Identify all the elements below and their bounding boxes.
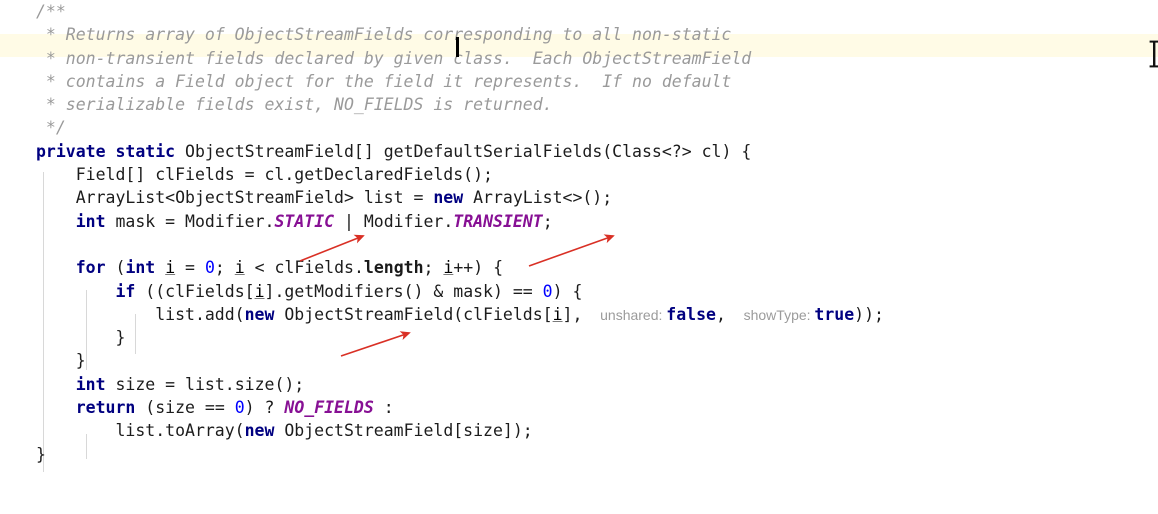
code-token-plain: Field[] clFields = cl.getDeclaredFields(… (36, 165, 493, 185)
code-token-plain: ], (562, 304, 593, 324)
code-line[interactable]: Field[] clFields = cl.getDeclaredFields(… (0, 163, 1158, 186)
code-token-plain: , (715, 304, 736, 324)
code-token-localvar: i (552, 304, 563, 324)
code-token-plain: mask = Modifier. (105, 211, 275, 231)
code-token-plain: ; (542, 211, 553, 231)
code-token-num: 0 (204, 258, 215, 278)
text-caret (456, 37, 459, 57)
code-line[interactable]: ArrayList<ObjectStreamField> list = new … (0, 186, 1158, 209)
code-token-plain: ) ? (244, 398, 285, 418)
code-token-kw: int (125, 258, 156, 278)
code-line[interactable]: int mask = Modifier.STATIC | Modifier.TR… (0, 210, 1158, 233)
code-token-stfield: TRANSIENT (453, 211, 543, 231)
code-token-kw: false (666, 304, 716, 324)
code-token-plain: ( (105, 258, 126, 278)
code-token-plain: | Modifier. (334, 211, 454, 231)
code-token-kw: true (814, 304, 855, 324)
code-line[interactable] (0, 233, 1158, 256)
code-token-plain: ++) { (453, 258, 503, 278)
code-token-plain: ObjectStreamField[] getDefaultSerialFiel… (175, 141, 752, 161)
code-line[interactable]: } (0, 349, 1158, 372)
code-token-cmt: * non-transient fields declared by given… (36, 48, 752, 68)
code-token-plain: ObjectStreamField(clFields[ (274, 304, 553, 324)
code-token-kw: new (244, 304, 275, 324)
code-token-kw: static (115, 141, 176, 161)
code-token-plain: )); (854, 304, 884, 324)
code-line[interactable]: /** (0, 0, 1158, 23)
code-token-num: 0 (542, 281, 553, 301)
code-token-plain: < clFields. (244, 258, 364, 278)
code-token-cmt: * serializable fields exist, NO_FIELDS i… (36, 95, 553, 115)
code-token-stfield: NO_FIELDS (284, 398, 374, 418)
code-token-plain: ArrayList<>(); (463, 188, 613, 208)
code-token-plain: ObjectStreamField[size]); (274, 421, 533, 441)
code-token-kw: if (115, 281, 136, 301)
code-token-stfield: STATIC (274, 211, 335, 231)
code-token-kw: new (244, 421, 275, 441)
code-token-plain: list.toArray( (36, 421, 245, 441)
mouse-ibeam-cursor (1149, 40, 1158, 68)
code-token-plain: ; (423, 258, 444, 278)
code-line[interactable]: for (int i = 0; i < clFields.length; i++… (0, 256, 1158, 279)
code-line[interactable]: } (0, 443, 1158, 466)
code-token-kw: int (75, 211, 106, 231)
code-line[interactable]: * contains a Field object for the field … (0, 70, 1158, 93)
code-token-plain: list.add( (36, 304, 245, 324)
code-line[interactable]: list.add(new ObjectStreamField(clFields[… (0, 303, 1158, 326)
code-token-plain: size = list.size(); (105, 374, 305, 394)
code-token-plain: ].getModifiers() & mask) == (264, 281, 543, 301)
code-token-plain: } (36, 444, 46, 464)
code-token-kw: private (36, 141, 106, 161)
code-token-plain: : (373, 398, 394, 418)
code-line[interactable]: } (0, 326, 1158, 349)
code-editor[interactable]: /** * Returns array of ObjectStreamField… (0, 0, 1158, 514)
code-line[interactable]: list.toArray(new ObjectStreamField[size]… (0, 419, 1158, 442)
code-token-kw: new (433, 188, 464, 208)
code-token-localvar: i (443, 258, 454, 278)
code-line[interactable]: * Returns array of ObjectStreamFields co… (0, 23, 1158, 46)
code-token-hint: unshared: (592, 306, 667, 323)
code-token-plain: = (175, 258, 205, 278)
code-token-plain: (size == (135, 398, 235, 418)
code-token-plain: } (36, 328, 126, 348)
code-line[interactable]: private static ObjectStreamField[] getDe… (0, 140, 1158, 163)
code-token-fld: length (363, 258, 424, 278)
code-line[interactable]: return (size == 0) ? NO_FIELDS : (0, 396, 1158, 419)
code-token-cmt: * contains a Field object for the field … (36, 71, 732, 91)
code-token-kw: int (75, 374, 106, 394)
code-token-hint: showType: (735, 306, 815, 323)
code-token-plain: ; (214, 258, 235, 278)
code-token-localvar: i (254, 281, 265, 301)
code-token-kw: for (75, 258, 106, 278)
code-token-plain: ) { (552, 281, 583, 301)
code-line[interactable]: if ((clFields[i].getModifiers() & mask) … (0, 280, 1158, 303)
code-token-cmt: */ (36, 118, 66, 138)
code-token-cmt: * Returns array of ObjectStreamFields co… (36, 25, 732, 45)
code-line[interactable]: * non-transient fields declared by given… (0, 47, 1158, 70)
code-token-plain: } (36, 351, 86, 371)
code-text-layer[interactable]: /** * Returns array of ObjectStreamField… (0, 0, 1158, 466)
code-line[interactable]: int size = list.size(); (0, 373, 1158, 396)
code-token-plain: ArrayList<ObjectStreamField> list = (36, 188, 434, 208)
code-line[interactable]: */ (0, 116, 1158, 139)
code-token-cmt: /** (36, 2, 66, 21)
code-token-plain: ((clFields[ (135, 281, 255, 301)
code-token-num: 0 (234, 398, 245, 418)
code-line[interactable]: * serializable fields exist, NO_FIELDS i… (0, 93, 1158, 116)
code-token-kw: return (75, 398, 136, 418)
code-token-localvar: i (165, 258, 176, 278)
code-token-localvar: i (234, 258, 245, 278)
